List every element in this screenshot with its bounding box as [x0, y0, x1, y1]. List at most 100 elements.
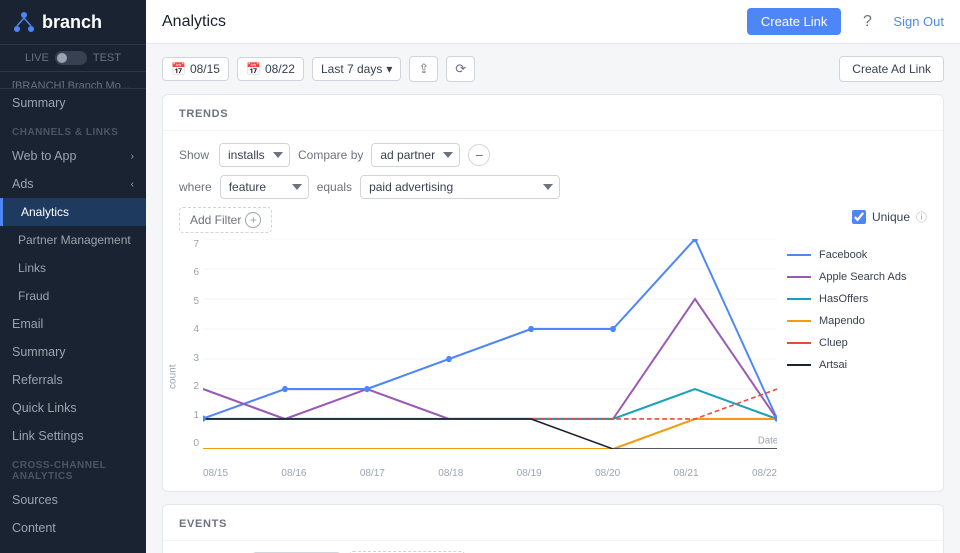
header-actions: Create Link ? Sign Out — [747, 8, 944, 36]
unique-label: Unique — [872, 210, 910, 224]
sidebar-item-sources[interactable]: Sources — [0, 486, 146, 514]
legend-line-facebook — [787, 254, 811, 256]
calendar-icon: 📅 — [171, 62, 186, 76]
legend-item-cluep: Cluep — [787, 337, 927, 349]
legend-item-facebook: Facebook — [787, 249, 927, 261]
info-icon: ⓘ — [916, 209, 927, 225]
sidebar-item-fraud[interactable]: Fraud — [0, 282, 146, 310]
chevron-right-icon: › — [131, 151, 134, 162]
legend-label-facebook: Facebook — [819, 249, 867, 261]
sidebar-section-setup: SETUP & TESTING — [0, 542, 146, 553]
sidebar-item-link-settings[interactable]: Link Settings — [0, 422, 146, 450]
content-area: 📅 08/15 📅 08/22 Last 7 days ▾ ⇪ ⟳ Create… — [146, 44, 960, 553]
test-label: TEST — [93, 52, 121, 64]
sidebar-section-channels: CHANNELS & LINKS — [0, 117, 146, 142]
sidebar-item-label: Email — [12, 317, 43, 331]
trends-card-header: TRENDS — [163, 95, 943, 131]
sidebar-item-email[interactable]: Email — [0, 310, 146, 338]
remove-compare-button[interactable]: − — [468, 144, 490, 166]
sidebar-item-label: Summary — [12, 345, 65, 359]
sidebar-item-links[interactable]: Links — [0, 254, 146, 282]
sidebar: branch LIVE TEST [BRANCH] Branch Mo... S… — [0, 0, 146, 553]
create-ad-link-button[interactable]: Create Ad Link — [839, 56, 944, 82]
legend-label-apple: Apple Search Ads — [819, 271, 906, 283]
trends-title: TRENDS — [179, 108, 228, 120]
trends-card: TRENDS Show installs clicks opens Compar… — [162, 94, 944, 492]
sidebar-item-label: Analytics — [21, 205, 69, 219]
live-test-toggle[interactable] — [55, 51, 87, 65]
date-range-label: Last 7 days — [321, 62, 382, 76]
sidebar-item-web-to-app[interactable]: Web to App › — [0, 142, 146, 170]
legend-line-mapendo — [787, 320, 811, 322]
help-button[interactable]: ? — [853, 8, 881, 36]
sidebar-item-label: Ads — [12, 177, 34, 191]
legend-item-apple-search-ads: Apple Search Ads — [787, 271, 927, 283]
sidebar-item-label: Referrals — [12, 373, 63, 387]
live-test-toggle-row: LIVE TEST — [0, 45, 146, 72]
history-button[interactable]: ⟳ — [446, 56, 475, 82]
events-card: EVENTS Compare by ad partner feature Add… — [162, 504, 944, 553]
main-content: Analytics Create Link ? Sign Out 📅 08/15… — [146, 0, 960, 553]
create-link-button[interactable]: Create Link — [747, 8, 841, 35]
sidebar-item-label: Links — [18, 261, 46, 275]
sidebar-item-label: Fraud — [18, 289, 49, 303]
sidebar-item-ads[interactable]: Ads ‹ — [0, 170, 146, 198]
brand-name: branch — [42, 12, 102, 33]
add-filter-button[interactable]: Add Filter + — [179, 207, 272, 233]
svg-text:Date: Date — [758, 435, 777, 446]
unique-checkbox[interactable] — [852, 210, 866, 224]
legend-item-artsai: Artsai — [787, 359, 927, 371]
y-axis-title: count — [168, 365, 179, 389]
compare-by-select[interactable]: ad partner feature channel — [371, 143, 460, 167]
legend-line-cluep — [787, 342, 811, 344]
legend-label-mapendo: Mapendo — [819, 315, 865, 327]
sidebar-item-label: Quick Links — [12, 401, 77, 415]
date-toolbar: 📅 08/15 📅 08/22 Last 7 days ▾ ⇪ ⟳ Create… — [162, 56, 944, 82]
date-to-value: 08/22 — [265, 62, 295, 76]
trends-card-body: Show installs clicks opens Compare by ad… — [163, 131, 943, 491]
date-range-dropdown[interactable]: Last 7 days ▾ — [312, 57, 401, 81]
legend-item-mapendo: Mapendo — [787, 315, 927, 327]
page-header: Analytics Create Link ? Sign Out — [146, 0, 960, 44]
where-filter-row: where feature channel ad partner equals … — [179, 175, 927, 199]
where-select[interactable]: feature channel ad partner — [220, 175, 309, 199]
toggle-knob — [57, 53, 67, 63]
sidebar-item-analytics[interactable]: Analytics — [0, 198, 146, 226]
equals-select[interactable]: paid advertising organic — [360, 175, 560, 199]
sidebar-item-partner-management[interactable]: Partner Management — [0, 226, 146, 254]
share-button[interactable]: ⇪ — [409, 56, 438, 82]
compare-by-label: Compare by — [298, 148, 363, 162]
legend-line-hasoffers — [787, 298, 811, 300]
sidebar-section-cross-channel: CROSS-CHANNEL ANALYTICS — [0, 450, 146, 486]
legend-line-apple — [787, 276, 811, 278]
sidebar-item-referrals[interactable]: Referrals — [0, 366, 146, 394]
y-axis-labels: 7 6 5 4 3 2 1 0 — [179, 239, 203, 449]
trends-chart: 7 6 5 4 3 2 1 0 count — [179, 239, 927, 479]
legend-label-hasoffers: HasOffers — [819, 293, 868, 305]
events-card-header: EVENTS — [163, 505, 943, 541]
branch-logo-icon — [12, 10, 36, 34]
chart-svg-container: Date — [203, 239, 777, 449]
equals-label: equals — [317, 180, 352, 194]
legend-label-artsai: Artsai — [819, 359, 847, 371]
sidebar-item-organic-search[interactable]: Summary — [0, 338, 146, 366]
sidebar-item-label: Link Settings — [12, 429, 84, 443]
calendar-icon: 📅 — [246, 62, 261, 76]
sidebar-item-content[interactable]: Content — [0, 514, 146, 542]
date-from-picker[interactable]: 📅 08/15 — [162, 57, 229, 81]
add-filter-label: Add Filter — [190, 213, 241, 227]
sign-out-button[interactable]: Sign Out — [893, 14, 944, 29]
sidebar-item-label: Sources — [12, 493, 58, 507]
sidebar-item-quick-links[interactable]: Quick Links — [0, 394, 146, 422]
legend-label-cluep: Cluep — [819, 337, 848, 349]
show-select[interactable]: installs clicks opens — [219, 143, 290, 167]
sidebar-item-summary[interactable]: Summary — [0, 89, 146, 117]
account-selector[interactable]: [BRANCH] Branch Mo... — [0, 72, 146, 89]
sidebar-logo: branch — [0, 0, 146, 45]
sidebar-item-label: Content — [12, 521, 56, 535]
unique-row: Unique ⓘ — [852, 209, 927, 225]
date-to-picker[interactable]: 📅 08/22 — [237, 57, 304, 81]
events-title: EVENTS — [179, 518, 227, 530]
legend-item-hasoffers: HasOffers — [787, 293, 927, 305]
sidebar-item-label: Partner Management — [18, 233, 131, 247]
